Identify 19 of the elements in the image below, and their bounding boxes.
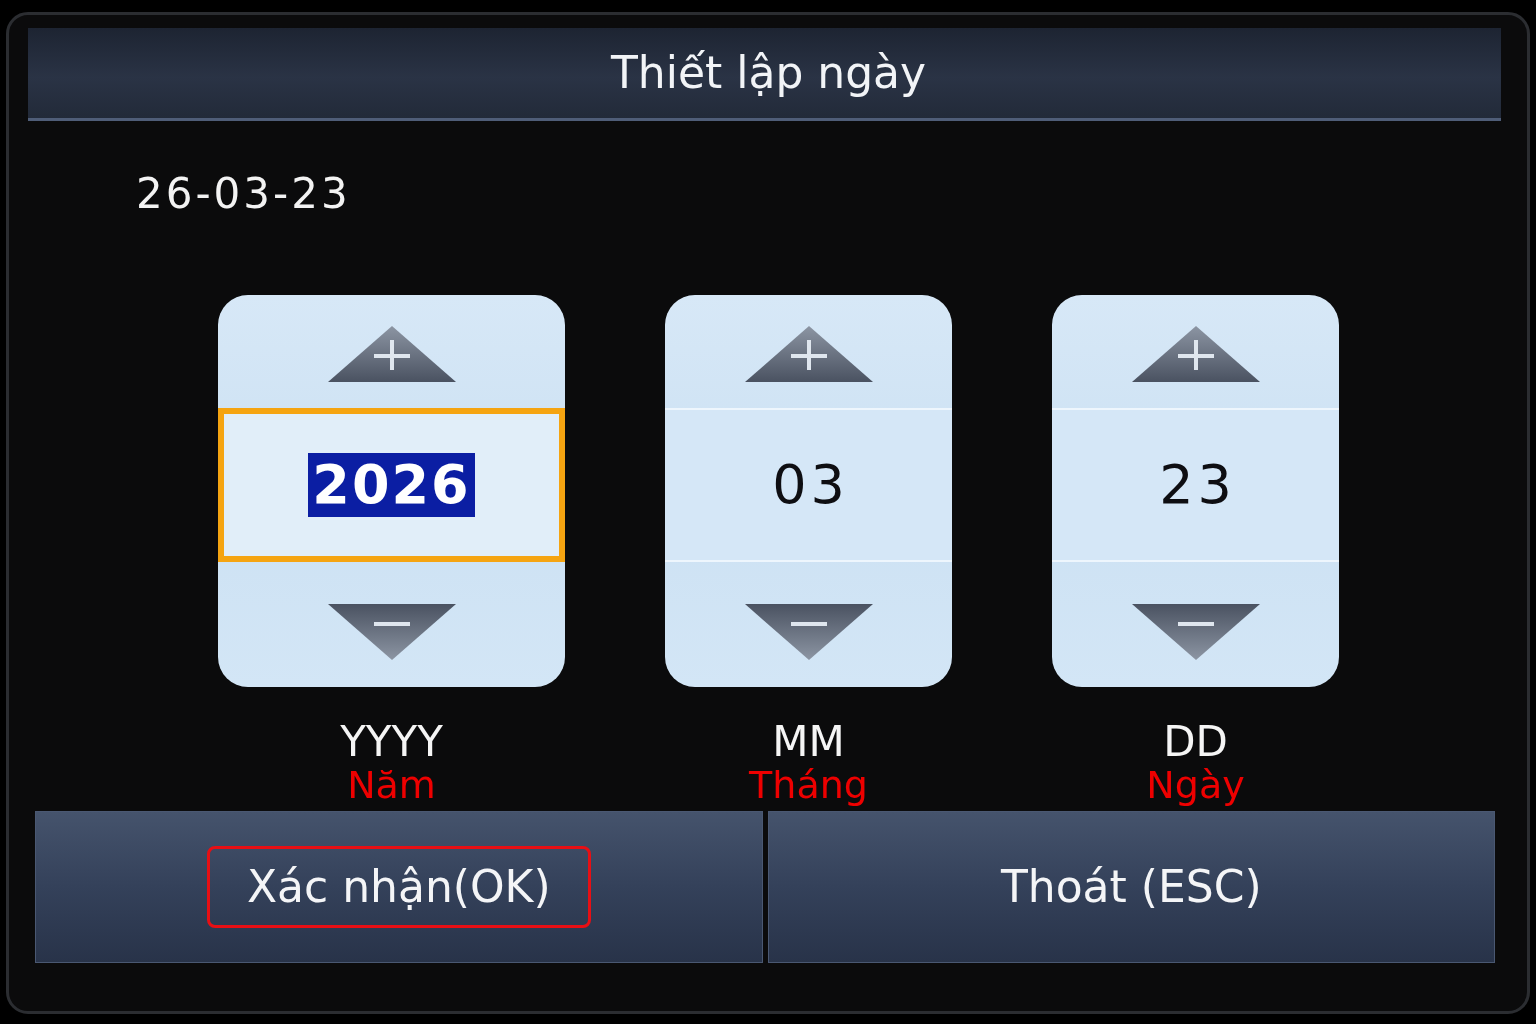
minus-triangle-icon[interactable]	[1131, 604, 1260, 660]
window-title: Thiết lập ngày	[609, 46, 927, 100]
minus-triangle-icon[interactable]	[744, 604, 873, 660]
value-field[interactable]: 23	[1052, 408, 1339, 562]
annotation-label: Năm	[347, 763, 436, 807]
dialog-button[interactable]: Xác nhận(OK)	[35, 811, 763, 963]
plus-triangle-icon[interactable]	[327, 326, 456, 382]
minus-triangle-icon[interactable]	[327, 604, 456, 660]
plus-triangle-icon[interactable]	[1131, 326, 1260, 382]
value-field[interactable]: 03	[665, 408, 952, 562]
plus-triangle-icon[interactable]	[744, 326, 873, 382]
annotation-label: Tháng	[749, 763, 868, 807]
dialog-button[interactable]: Thoát (ESC)	[767, 811, 1495, 963]
annotation-label: Ngày	[1146, 763, 1245, 807]
format-label: DD	[1163, 721, 1228, 763]
format-label: MM	[772, 721, 845, 763]
format-label: YYYY	[340, 721, 443, 763]
value-field[interactable]: 2026	[218, 408, 565, 562]
current-date: 26-03-23	[136, 168, 351, 220]
